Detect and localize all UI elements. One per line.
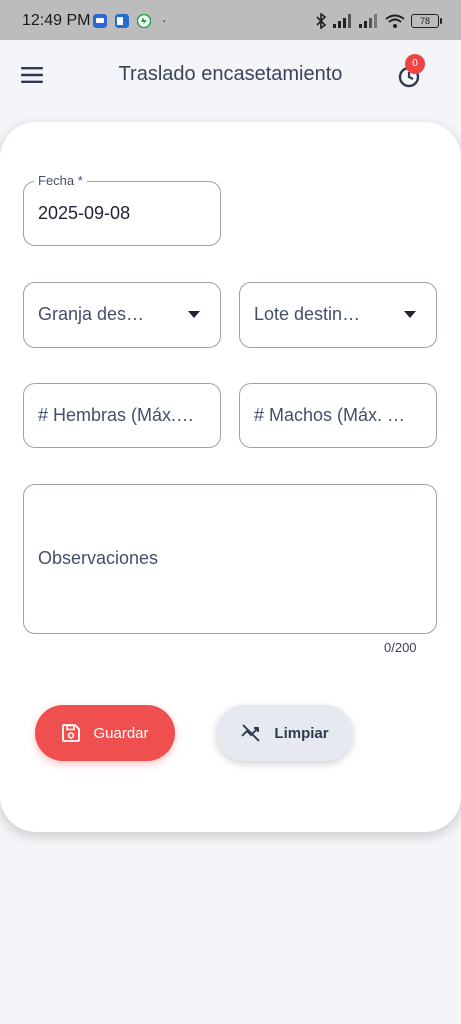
- dropdown-arrow-icon: [404, 311, 416, 318]
- hembras-placeholder: # Hembras (Máx.…: [38, 405, 195, 425]
- app-bar: Traslado encasetamiento 0: [0, 40, 461, 110]
- dropdown-arrow-icon: [188, 311, 200, 318]
- lote-destino-placeholder: Lote destin…: [254, 304, 361, 324]
- page-title: Traslado encasetamiento: [118, 63, 343, 85]
- hembras-input[interactable]: # Hembras (Máx.…: [23, 383, 221, 448]
- machos-input[interactable]: # Machos (Máx. …: [239, 383, 437, 448]
- machos-placeholder: # Machos (Máx. …: [254, 405, 406, 425]
- save-button[interactable]: Guardar: [35, 705, 175, 761]
- clear-button[interactable]: Limpiar: [216, 705, 353, 761]
- granja-destino-dropdown[interactable]: Granja des…: [23, 282, 221, 348]
- status-bar: 12:49 PM · 78: [0, 0, 461, 40]
- clear-button-label: Limpiar: [274, 724, 329, 742]
- fecha-value: 2025-09-08: [38, 203, 131, 223]
- whatsapp-icon: [137, 14, 151, 28]
- observaciones-counter: 0/200: [384, 640, 417, 655]
- wifi-icon: [385, 14, 405, 28]
- lote-destino-dropdown[interactable]: Lote destin…: [239, 282, 437, 348]
- status-time: 12:49 PM: [22, 12, 91, 29]
- signal-icon: [333, 14, 351, 28]
- battery-level: 78: [419, 16, 430, 26]
- bluetooth-icon: [316, 13, 327, 29]
- status-dot: ·: [162, 12, 167, 28]
- outlook-icon: [115, 14, 129, 28]
- signal-icon: [359, 14, 377, 28]
- save-icon: [62, 724, 81, 742]
- notification-badge: 0: [405, 54, 425, 74]
- fecha-label: Fecha *: [34, 173, 87, 188]
- granja-destino-placeholder: Granja des…: [38, 304, 145, 324]
- messages-icon: [93, 14, 107, 28]
- battery-icon: 78: [411, 14, 442, 28]
- observaciones-textarea[interactable]: Observaciones: [23, 484, 437, 634]
- observaciones-placeholder: Observaciones: [38, 548, 159, 568]
- fecha-field[interactable]: Fecha * 2025-09-08: [23, 173, 221, 246]
- clear-icon: [241, 724, 261, 742]
- save-button-label: Guardar: [93, 724, 149, 742]
